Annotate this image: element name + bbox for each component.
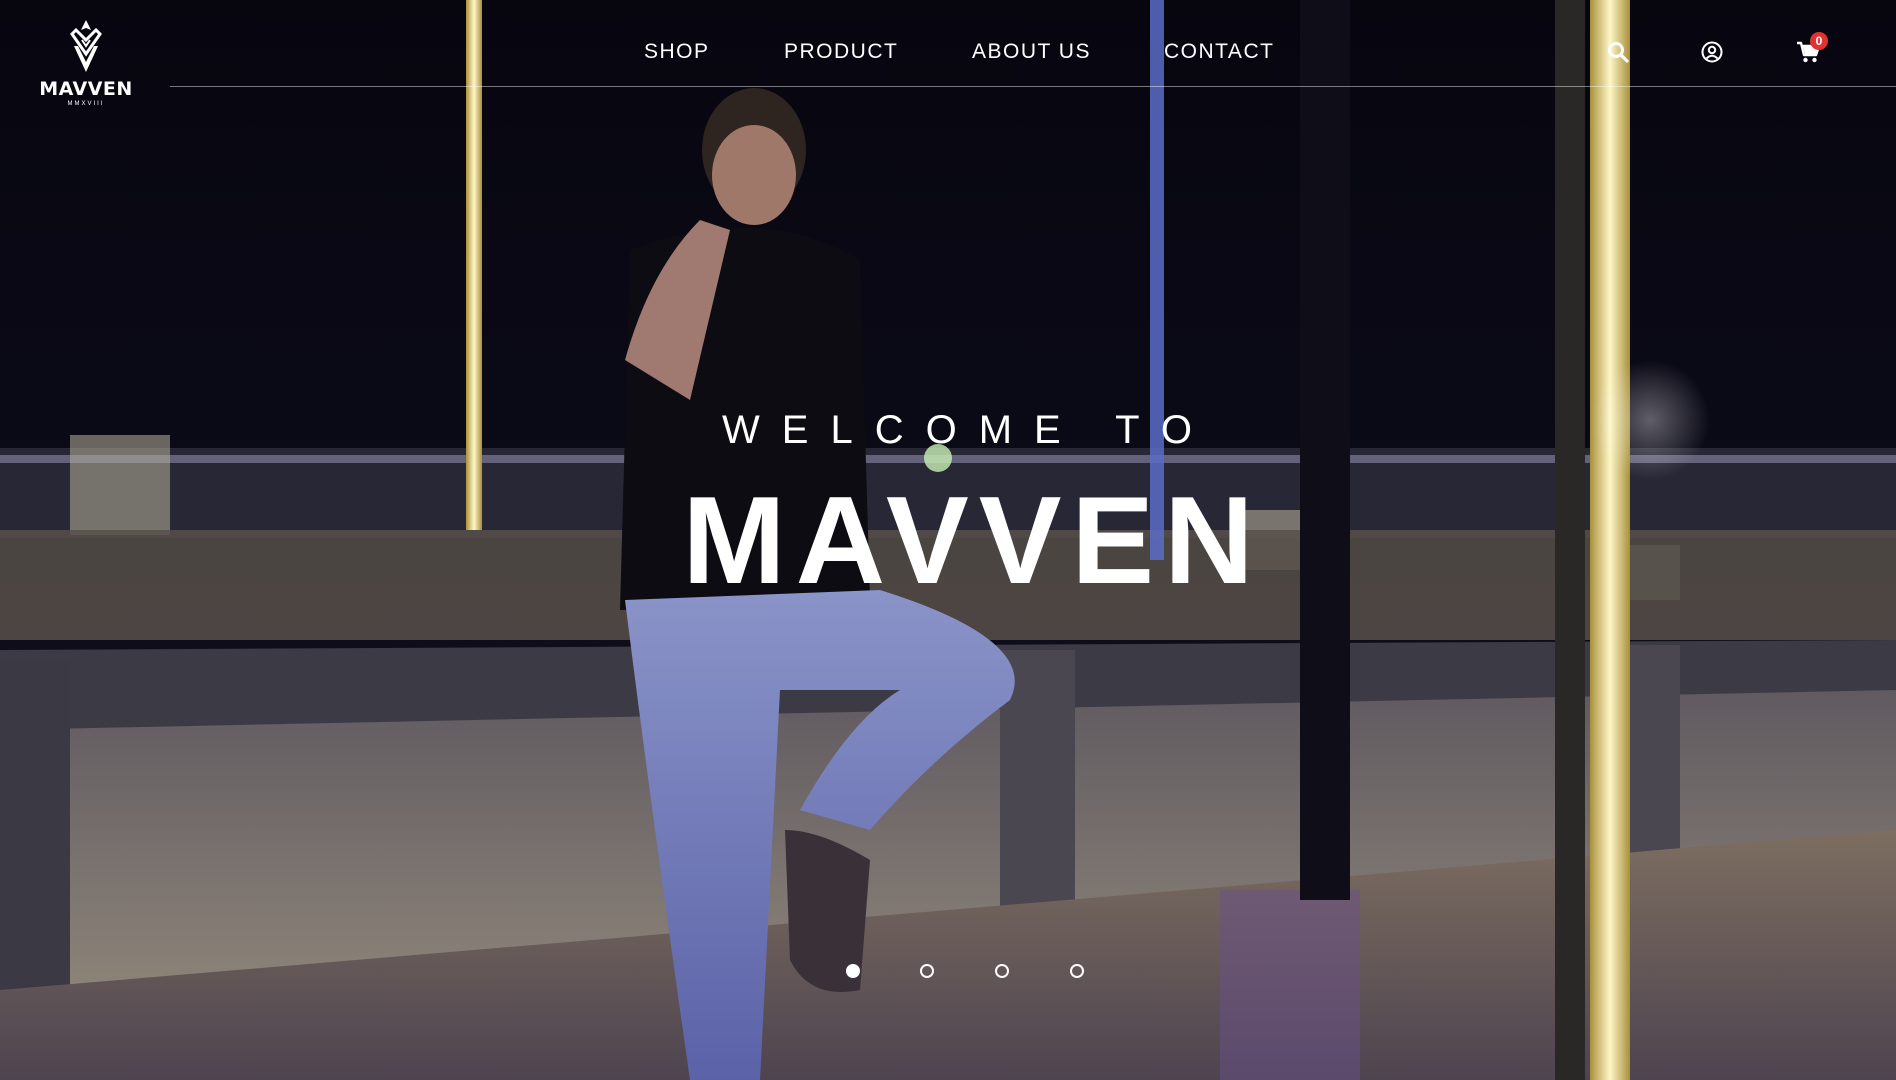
logo-wordmark: MAVVEN — [39, 78, 133, 100]
slider-dot-2[interactable] — [920, 964, 934, 978]
cart-count-badge: 0 — [1810, 32, 1828, 50]
cart-button[interactable]: 0 — [1796, 32, 1828, 68]
header-actions: 0 — [1596, 32, 1896, 70]
account-button[interactable] — [1700, 40, 1728, 68]
slider-dot-1[interactable] — [846, 964, 860, 978]
nav-shop[interactable]: SHOP — [644, 40, 710, 64]
nav-about-us[interactable]: ABOUT US — [972, 40, 1091, 64]
slider-dot-3[interactable] — [995, 964, 1009, 978]
brand-logo[interactable]: MAVVEN MMXVIII — [36, 18, 136, 114]
search-button[interactable] — [1606, 40, 1634, 68]
header-divider — [170, 86, 1896, 87]
logo-emblem-icon — [70, 20, 102, 72]
nav-product[interactable]: PRODUCT — [784, 40, 898, 64]
search-icon — [1608, 42, 1629, 63]
hero-welcome-text: WELCOME TO — [722, 408, 1214, 452]
slider-dot-4[interactable] — [1070, 964, 1084, 978]
nav-contact[interactable]: CONTACT — [1164, 40, 1274, 64]
account-icon — [1701, 41, 1723, 63]
hero-brand-title: MAVVEN — [682, 472, 1264, 610]
site-header: MAVVEN MMXVIII SHOP PRODUCT ABOUT US CON… — [0, 0, 1896, 120]
hero-section: MAVVEN MMXVIII SHOP PRODUCT ABOUT US CON… — [0, 0, 1896, 1080]
logo-tagline: MMXVIII — [67, 101, 105, 107]
slider-pagination — [846, 964, 1086, 980]
